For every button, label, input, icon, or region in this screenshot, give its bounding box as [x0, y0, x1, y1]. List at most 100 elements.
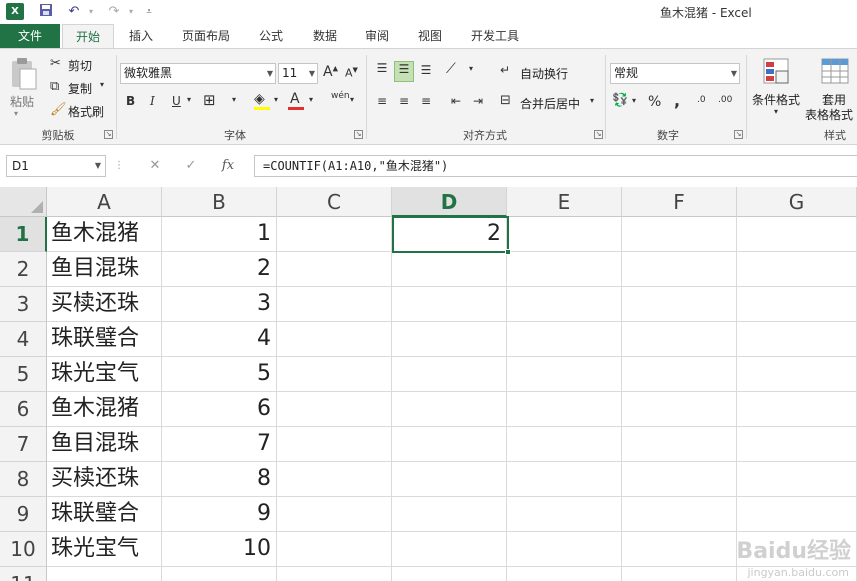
- font-size-combo[interactable]: 11 ▼: [278, 63, 318, 84]
- cell-c6[interactable]: [277, 392, 392, 427]
- cell-f3[interactable]: [622, 287, 737, 322]
- font-name-combo[interactable]: 微软雅黑 ▼: [120, 63, 276, 84]
- cell-b1[interactable]: 1: [162, 217, 277, 252]
- cell-b2[interactable]: 2: [162, 252, 277, 287]
- cell-c4[interactable]: [277, 322, 392, 357]
- cell-b6[interactable]: 6: [162, 392, 277, 427]
- cell-b9[interactable]: 9: [162, 497, 277, 532]
- cell-b3[interactable]: 3: [162, 287, 277, 322]
- cell-g2[interactable]: [737, 252, 857, 287]
- cell-b8[interactable]: 8: [162, 462, 277, 497]
- increase-decimal-button[interactable]: .0: [697, 95, 706, 105]
- align-right-icon[interactable]: ≡: [416, 94, 436, 108]
- cell-b7[interactable]: 7: [162, 427, 277, 462]
- cell-c10[interactable]: [277, 532, 392, 567]
- cell-b11[interactable]: [162, 567, 277, 581]
- undo-icon[interactable]: ↶: [64, 3, 84, 21]
- cell-g8[interactable]: [737, 462, 857, 497]
- align-bottom-icon[interactable]: ☰: [416, 63, 436, 77]
- cell-g9[interactable]: [737, 497, 857, 532]
- format-as-table-line2[interactable]: 表格格式: [805, 106, 853, 123]
- tab-developer[interactable]: 开发工具: [462, 24, 528, 48]
- conditional-format-icon[interactable]: [762, 57, 792, 87]
- cell-f9[interactable]: [622, 497, 737, 532]
- cell-d5[interactable]: [392, 357, 507, 392]
- cell-a7[interactable]: 鱼目混珠: [47, 427, 162, 462]
- paste-icon[interactable]: [8, 57, 38, 91]
- cell-d3[interactable]: [392, 287, 507, 322]
- comma-style-button[interactable]: ,: [674, 91, 680, 110]
- cell-f2[interactable]: [622, 252, 737, 287]
- tab-view[interactable]: 视图: [407, 24, 453, 48]
- decrease-decimal-button[interactable]: .00: [718, 95, 732, 105]
- cell-e11[interactable]: [507, 567, 622, 581]
- number-launcher-icon[interactable]: ↘: [734, 130, 743, 139]
- row-header[interactable]: 9: [0, 497, 47, 532]
- column-header-c[interactable]: C: [277, 187, 392, 217]
- format-as-table-icon[interactable]: [820, 57, 850, 87]
- decrease-indent-icon[interactable]: ⇤: [446, 94, 466, 108]
- column-header-f[interactable]: F: [622, 187, 737, 217]
- accounting-format-icon[interactable]: 💱: [612, 93, 628, 108]
- phonetic-button[interactable]: wén: [331, 91, 350, 101]
- redo-dropdown-icon[interactable]: ▾: [126, 3, 136, 21]
- cell-g6[interactable]: [737, 392, 857, 427]
- cell-g3[interactable]: [737, 287, 857, 322]
- borders-dropdown-icon[interactable]: ▾: [232, 95, 236, 104]
- enter-icon[interactable]: ✓: [180, 155, 202, 177]
- cell-c2[interactable]: [277, 252, 392, 287]
- cell-a10[interactable]: 珠光宝气: [47, 532, 162, 567]
- column-header-e[interactable]: E: [507, 187, 622, 217]
- column-header-g[interactable]: G: [737, 187, 857, 217]
- orientation-icon[interactable]: ⟋: [446, 61, 456, 77]
- cell-f8[interactable]: [622, 462, 737, 497]
- tab-review[interactable]: 审阅: [354, 24, 400, 48]
- save-icon[interactable]: [36, 3, 56, 21]
- cell-a8[interactable]: 买椟还珠: [47, 462, 162, 497]
- row-header[interactable]: 11: [0, 567, 47, 581]
- fill-color-icon[interactable]: ◈: [254, 91, 265, 107]
- tab-page-layout[interactable]: 页面布局: [172, 24, 240, 48]
- borders-icon[interactable]: ⊞: [203, 91, 216, 109]
- fill-color-dropdown-icon[interactable]: ▾: [274, 95, 278, 104]
- cell-e10[interactable]: [507, 532, 622, 567]
- cell-f4[interactable]: [622, 322, 737, 357]
- cell-f6[interactable]: [622, 392, 737, 427]
- cell-e3[interactable]: [507, 287, 622, 322]
- wrap-text-button[interactable]: 自动换行: [520, 65, 568, 82]
- cell-a1[interactable]: 鱼木混猪: [47, 217, 162, 252]
- cell-b10[interactable]: 10: [162, 532, 277, 567]
- name-box[interactable]: D1 ▼: [6, 155, 106, 177]
- cell-d8[interactable]: [392, 462, 507, 497]
- cut-button[interactable]: 剪切: [68, 57, 92, 74]
- fill-handle[interactable]: [505, 249, 511, 255]
- align-middle-icon[interactable]: ☰: [394, 61, 414, 82]
- cell-f1[interactable]: [622, 217, 737, 252]
- cell-c9[interactable]: [277, 497, 392, 532]
- shrink-font-button[interactable]: A▼: [345, 66, 358, 80]
- formula-input[interactable]: =COUNTIF(A1:A10,"鱼木混猪"): [254, 155, 857, 177]
- cell-b5[interactable]: 5: [162, 357, 277, 392]
- orientation-dropdown-icon[interactable]: ▾: [469, 64, 473, 73]
- copy-dropdown-icon[interactable]: ▾: [100, 80, 104, 89]
- cell-c5[interactable]: [277, 357, 392, 392]
- tab-file[interactable]: 文件: [0, 24, 60, 48]
- cell-e9[interactable]: [507, 497, 622, 532]
- cell-e1[interactable]: [507, 217, 622, 252]
- column-header-a[interactable]: A: [47, 187, 162, 217]
- cell-a4[interactable]: 珠联璧合: [47, 322, 162, 357]
- customize-qat-icon[interactable]: ⩡: [142, 3, 156, 21]
- row-header[interactable]: 8: [0, 462, 47, 497]
- number-format-combo[interactable]: 常规 ▼: [610, 63, 740, 84]
- underline-button[interactable]: U: [172, 94, 181, 108]
- cell-a9[interactable]: 珠联璧合: [47, 497, 162, 532]
- cell-g5[interactable]: [737, 357, 857, 392]
- cell-d10[interactable]: [392, 532, 507, 567]
- format-painter-button[interactable]: 格式刷: [68, 103, 104, 120]
- cell-c3[interactable]: [277, 287, 392, 322]
- bold-button[interactable]: B: [126, 94, 135, 108]
- cell-d7[interactable]: [392, 427, 507, 462]
- cell-d4[interactable]: [392, 322, 507, 357]
- row-header[interactable]: 5: [0, 357, 47, 392]
- cell-f5[interactable]: [622, 357, 737, 392]
